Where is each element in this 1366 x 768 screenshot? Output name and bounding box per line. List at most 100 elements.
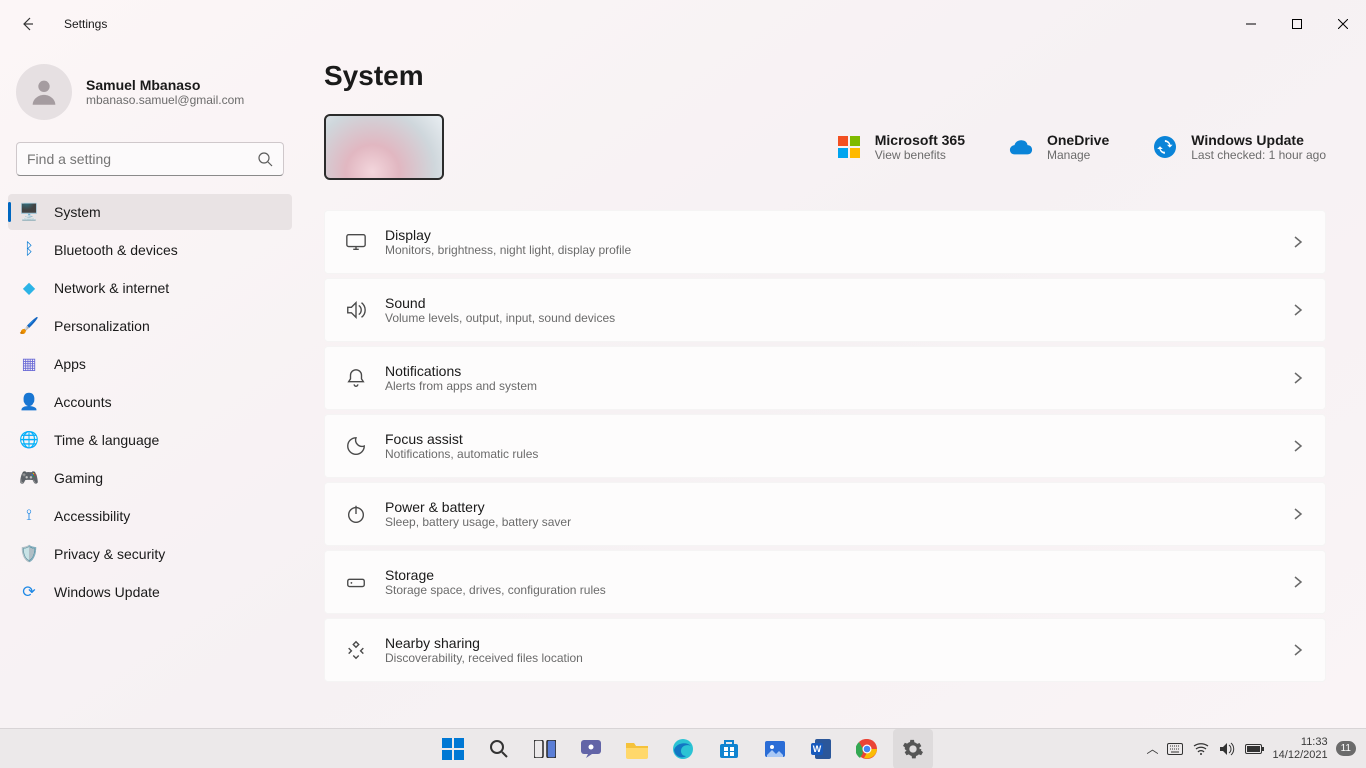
tile-focus[interactable]: Focus assistNotifications, automatic rul… bbox=[324, 414, 1326, 478]
settings-tiles: DisplayMonitors, brightness, night light… bbox=[324, 210, 1326, 682]
header-link-sub: Manage bbox=[1047, 148, 1109, 162]
header-link-title: OneDrive bbox=[1047, 132, 1109, 148]
tile-display[interactable]: DisplayMonitors, brightness, night light… bbox=[324, 210, 1326, 274]
tile-sound[interactable]: SoundVolume levels, output, input, sound… bbox=[324, 278, 1326, 342]
profile-name: Samuel Mbanaso bbox=[86, 77, 244, 93]
header-link-microsoft365[interactable]: Microsoft 365 View benefits bbox=[837, 132, 965, 162]
edge-button[interactable] bbox=[663, 729, 703, 768]
sidebar-item-personalization[interactable]: 🖌️Personalization bbox=[8, 308, 292, 344]
onedrive-icon bbox=[1009, 135, 1033, 159]
nearby-icon bbox=[345, 639, 367, 661]
header-links: Microsoft 365 View benefits OneDrive Man… bbox=[837, 132, 1326, 162]
nav-label: Network & internet bbox=[54, 280, 169, 296]
sidebar-item-apps[interactable]: ▦Apps bbox=[8, 346, 292, 382]
task-search-button[interactable] bbox=[479, 729, 519, 768]
chevron-right-icon bbox=[1291, 303, 1305, 317]
word-button[interactable]: W bbox=[801, 729, 841, 768]
wallpaper-thumbnail[interactable] bbox=[324, 114, 444, 180]
sidebar-item-gaming[interactable]: 🎮 Gaming bbox=[8, 460, 292, 496]
start-button[interactable] bbox=[433, 729, 473, 768]
store-button[interactable] bbox=[709, 729, 749, 768]
chevron-right-icon bbox=[1291, 371, 1305, 385]
profile-email: mbanaso.samuel@gmail.com bbox=[86, 93, 244, 107]
close-icon bbox=[1338, 19, 1348, 29]
main-content: System Microsoft 365 View benefits bbox=[300, 48, 1366, 728]
task-view-button[interactable] bbox=[525, 729, 565, 768]
nav-label: Accessibility bbox=[54, 508, 130, 524]
taskbar-center: W bbox=[433, 729, 933, 768]
wifi-icon bbox=[1193, 743, 1209, 755]
tile-subtitle: Alerts from apps and system bbox=[385, 379, 1273, 393]
sidebar-item-accounts[interactable]: 👤Accounts bbox=[8, 384, 292, 420]
chat-button[interactable] bbox=[571, 729, 611, 768]
search-box[interactable] bbox=[16, 142, 284, 176]
svg-text:W: W bbox=[813, 744, 822, 754]
tray-chevron-icon[interactable]: ︿ bbox=[1147, 740, 1159, 757]
tile-subtitle: Monitors, brightness, night light, displ… bbox=[385, 243, 1273, 257]
minimize-button[interactable] bbox=[1228, 8, 1274, 40]
sound-icon bbox=[345, 299, 367, 321]
page-title: System bbox=[324, 60, 1326, 92]
sidebar-item-privacy-security[interactable]: 🛡️Privacy & security bbox=[8, 536, 292, 572]
update-icon bbox=[1153, 135, 1177, 159]
search-icon bbox=[257, 151, 273, 167]
tile-notif[interactable]: NotificationsAlerts from apps and system bbox=[324, 346, 1326, 410]
nav-label: Gaming bbox=[54, 470, 103, 486]
sidebar-item-system[interactable]: 🖥️System bbox=[8, 194, 292, 230]
nav-label: Apps bbox=[54, 356, 86, 372]
storage-icon bbox=[345, 571, 367, 593]
back-button[interactable] bbox=[8, 4, 48, 44]
tray-icons[interactable] bbox=[1167, 742, 1265, 756]
tile-storage[interactable]: StorageStorage space, drives, configurat… bbox=[324, 550, 1326, 614]
tile-title: Power & battery bbox=[385, 499, 1273, 515]
chevron-right-icon bbox=[1291, 643, 1305, 657]
header-link-onedrive[interactable]: OneDrive Manage bbox=[1009, 132, 1109, 162]
header-link-title: Microsoft 365 bbox=[875, 132, 965, 148]
chrome-icon bbox=[856, 738, 878, 760]
nav-icon: 🎮 bbox=[20, 469, 38, 487]
display-icon bbox=[345, 231, 367, 253]
nav-icon: ⟟ bbox=[20, 507, 38, 525]
sidebar-item-accessibility[interactable]: ⟟ Accessibility bbox=[8, 498, 292, 534]
tile-title: Storage bbox=[385, 567, 1273, 583]
windows-icon bbox=[442, 738, 464, 760]
sidebar-item-windows-update[interactable]: ⟳Windows Update bbox=[8, 574, 292, 610]
battery-icon bbox=[1245, 743, 1265, 755]
search-icon bbox=[489, 739, 509, 759]
sidebar-item-bluetooth-devices[interactable]: ᛒBluetooth & devices bbox=[8, 232, 292, 268]
nav-icon: 👤 bbox=[20, 393, 38, 411]
chat-icon bbox=[580, 738, 602, 760]
sidebar-item-time-language[interactable]: 🌐Time & language bbox=[8, 422, 292, 458]
search-input[interactable] bbox=[27, 151, 247, 167]
tile-subtitle: Notifications, automatic rules bbox=[385, 447, 1273, 461]
chrome-button[interactable] bbox=[847, 729, 887, 768]
settings-app-button[interactable] bbox=[893, 729, 933, 768]
close-button[interactable] bbox=[1320, 8, 1366, 40]
sidebar: Samuel Mbanaso mbanaso.samuel@gmail.com … bbox=[0, 48, 300, 728]
taskbar: W ︿ 11:33 14/12/2021 11 bbox=[0, 728, 1366, 768]
maximize-button[interactable] bbox=[1274, 8, 1320, 40]
power-icon bbox=[345, 503, 367, 525]
photos-button[interactable] bbox=[755, 729, 795, 768]
focus-icon bbox=[345, 435, 367, 457]
window-controls bbox=[1228, 8, 1366, 40]
header-link-windows-update[interactable]: Windows Update Last checked: 1 hour ago bbox=[1153, 132, 1326, 162]
tile-subtitle: Discoverability, received files location bbox=[385, 651, 1273, 665]
tile-title: Focus assist bbox=[385, 431, 1273, 447]
microsoft-icon bbox=[837, 135, 861, 159]
maximize-icon bbox=[1292, 19, 1302, 29]
taskbar-clock[interactable]: 11:33 14/12/2021 bbox=[1273, 736, 1328, 760]
nav-icon: ᛒ bbox=[20, 241, 38, 259]
tile-title: Nearby sharing bbox=[385, 635, 1273, 651]
notification-count[interactable]: 11 bbox=[1336, 741, 1356, 756]
chevron-right-icon bbox=[1291, 575, 1305, 589]
file-explorer-button[interactable] bbox=[617, 729, 657, 768]
nav-label: Time & language bbox=[54, 432, 159, 448]
app-title: Settings bbox=[64, 17, 107, 31]
sidebar-item-network-internet[interactable]: ◆Network & internet bbox=[8, 270, 292, 306]
tile-nearby[interactable]: Nearby sharingDiscoverability, received … bbox=[324, 618, 1326, 682]
tile-power[interactable]: Power & batterySleep, battery usage, bat… bbox=[324, 482, 1326, 546]
header-link-sub: Last checked: 1 hour ago bbox=[1191, 148, 1326, 162]
tile-subtitle: Sleep, battery usage, battery saver bbox=[385, 515, 1273, 529]
profile[interactable]: Samuel Mbanaso mbanaso.samuel@gmail.com bbox=[8, 56, 292, 138]
